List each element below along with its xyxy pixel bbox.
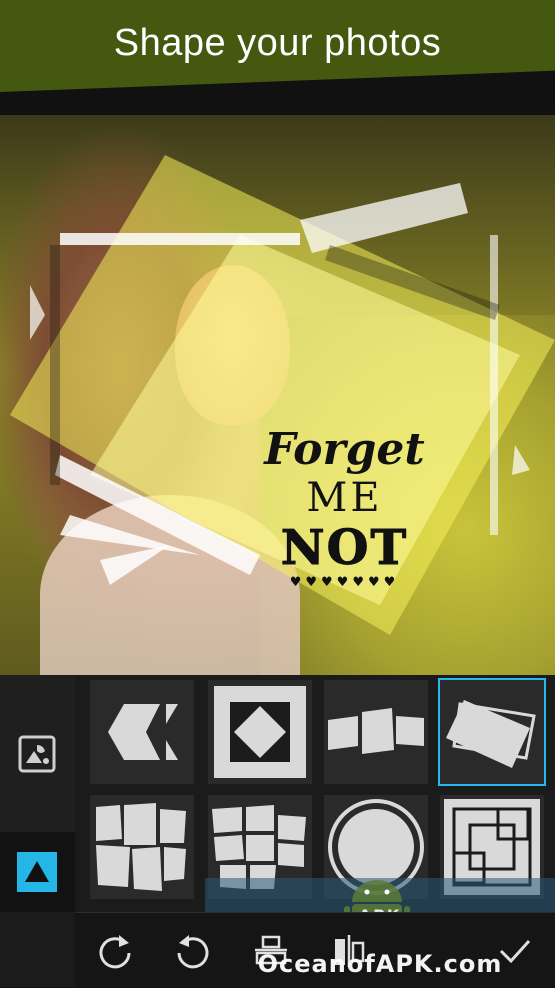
shape-tile-grid-collage-3[interactable]: [90, 795, 194, 899]
poster-text: Forget ME NOT ♥♥♥♥♥♥♥: [262, 424, 427, 591]
shape-overlay: [10, 155, 555, 635]
watermark-text: OceanofAPK.com: [257, 950, 503, 978]
shape-tile-diamond-in-square[interactable]: [208, 680, 312, 784]
shape-tile-hexagon-split[interactable]: [90, 680, 194, 784]
sidebar-shape-tab[interactable]: [0, 832, 75, 912]
diamond-square-icon: [214, 686, 306, 778]
tilted-frames-icon: [446, 700, 536, 768]
sidebar-photo-tab[interactable]: [0, 675, 75, 832]
rotate-cw-icon: [99, 934, 131, 968]
header-divider: [0, 70, 555, 110]
sidebar-filler: [0, 912, 75, 987]
offset-rectangles-icon: [328, 708, 424, 754]
shape-grid: [75, 675, 555, 912]
shape-tile-offset-rectangles[interactable]: [324, 680, 428, 784]
header-title: Shape your photos: [113, 22, 442, 64]
poster-line-not: NOT: [280, 520, 409, 576]
poster-line-me: ME: [306, 475, 383, 521]
shape-tile-tilted-frames[interactable]: [438, 678, 546, 786]
rotate-clockwise-button[interactable]: [75, 913, 155, 988]
hexagon-split-icon: [108, 704, 178, 760]
grid-collage-3-icon: [96, 803, 186, 891]
photo-fill-icon: [15, 732, 59, 776]
photo-canvas[interactable]: Forget ME NOT ♥♥♥♥♥♥♥: [0, 115, 555, 675]
triangle-shape-icon: [15, 850, 59, 894]
header-banner: Shape your photos: [0, 0, 555, 110]
poster-line-forget: Forget: [264, 424, 425, 475]
poster-hearts: ♥♥♥♥♥♥♥: [289, 575, 400, 590]
